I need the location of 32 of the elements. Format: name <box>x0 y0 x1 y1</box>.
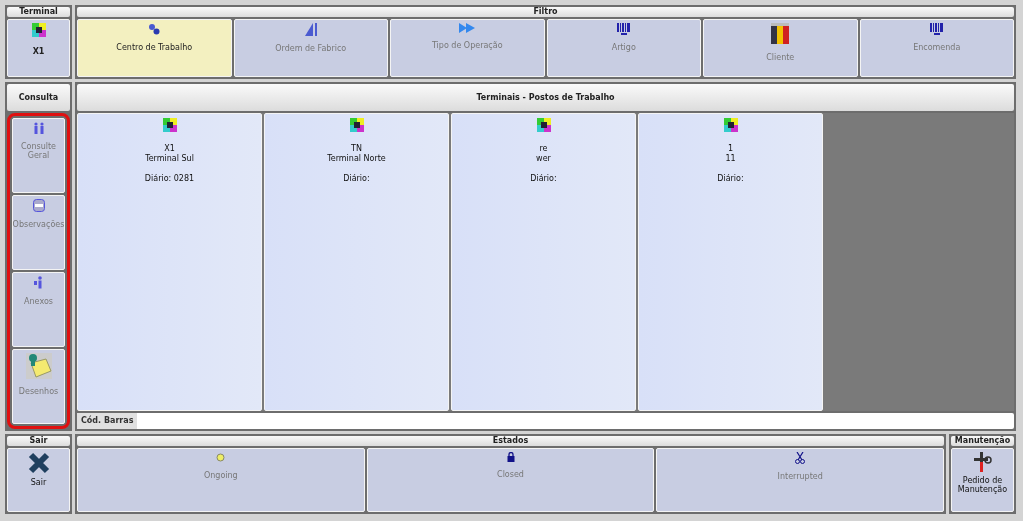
section-header: Sair <box>7 436 70 446</box>
terminal-card[interactable]: re wer Diário: <box>451 113 636 411</box>
terminal-grid-icon <box>31 23 46 37</box>
terminal-grid-icon <box>723 118 738 132</box>
barcode-icon <box>929 23 944 35</box>
terminal-card[interactable]: 1 11 Diário: <box>638 113 823 411</box>
scissors-icon <box>795 452 806 464</box>
section-header: Terminais - Postos de Trabalho <box>77 84 1014 111</box>
tools-icon <box>973 452 992 472</box>
exit-button[interactable]: Sair <box>7 448 70 512</box>
lock-icon <box>506 452 515 462</box>
terminal-card[interactable]: TN Terminal Norte Diário: <box>264 113 449 411</box>
maintenance-button[interactable]: Pedido de Manutenção <box>951 448 1014 512</box>
barcode-field[interactable]: Cód. Barras <box>77 413 1014 429</box>
paint-cans-icon <box>770 23 791 45</box>
section-header: Terminal <box>7 7 70 17</box>
sticky-note-icon <box>25 353 52 379</box>
barcode-icon <box>616 23 631 35</box>
terminal-grid-icon <box>349 118 364 132</box>
filter-button[interactable]: Centro de Trabalho <box>77 19 232 77</box>
terminal-grid-icon <box>536 118 551 132</box>
close-icon <box>27 452 50 474</box>
terminal-grid-icon <box>162 118 177 132</box>
section-header: Manutenção <box>951 436 1014 446</box>
terminal-button[interactable]: X1 <box>7 19 70 77</box>
set-square-icon <box>304 23 317 36</box>
note-icon <box>32 199 45 212</box>
section-header: Filtro <box>77 7 1014 17</box>
section-header: Consulta <box>7 84 70 111</box>
terminal-card[interactable]: X1 Terminal Sul Diário: 0281 <box>77 113 262 411</box>
fast-forward-icon <box>459 23 476 33</box>
section-header: Estados <box>77 436 944 446</box>
